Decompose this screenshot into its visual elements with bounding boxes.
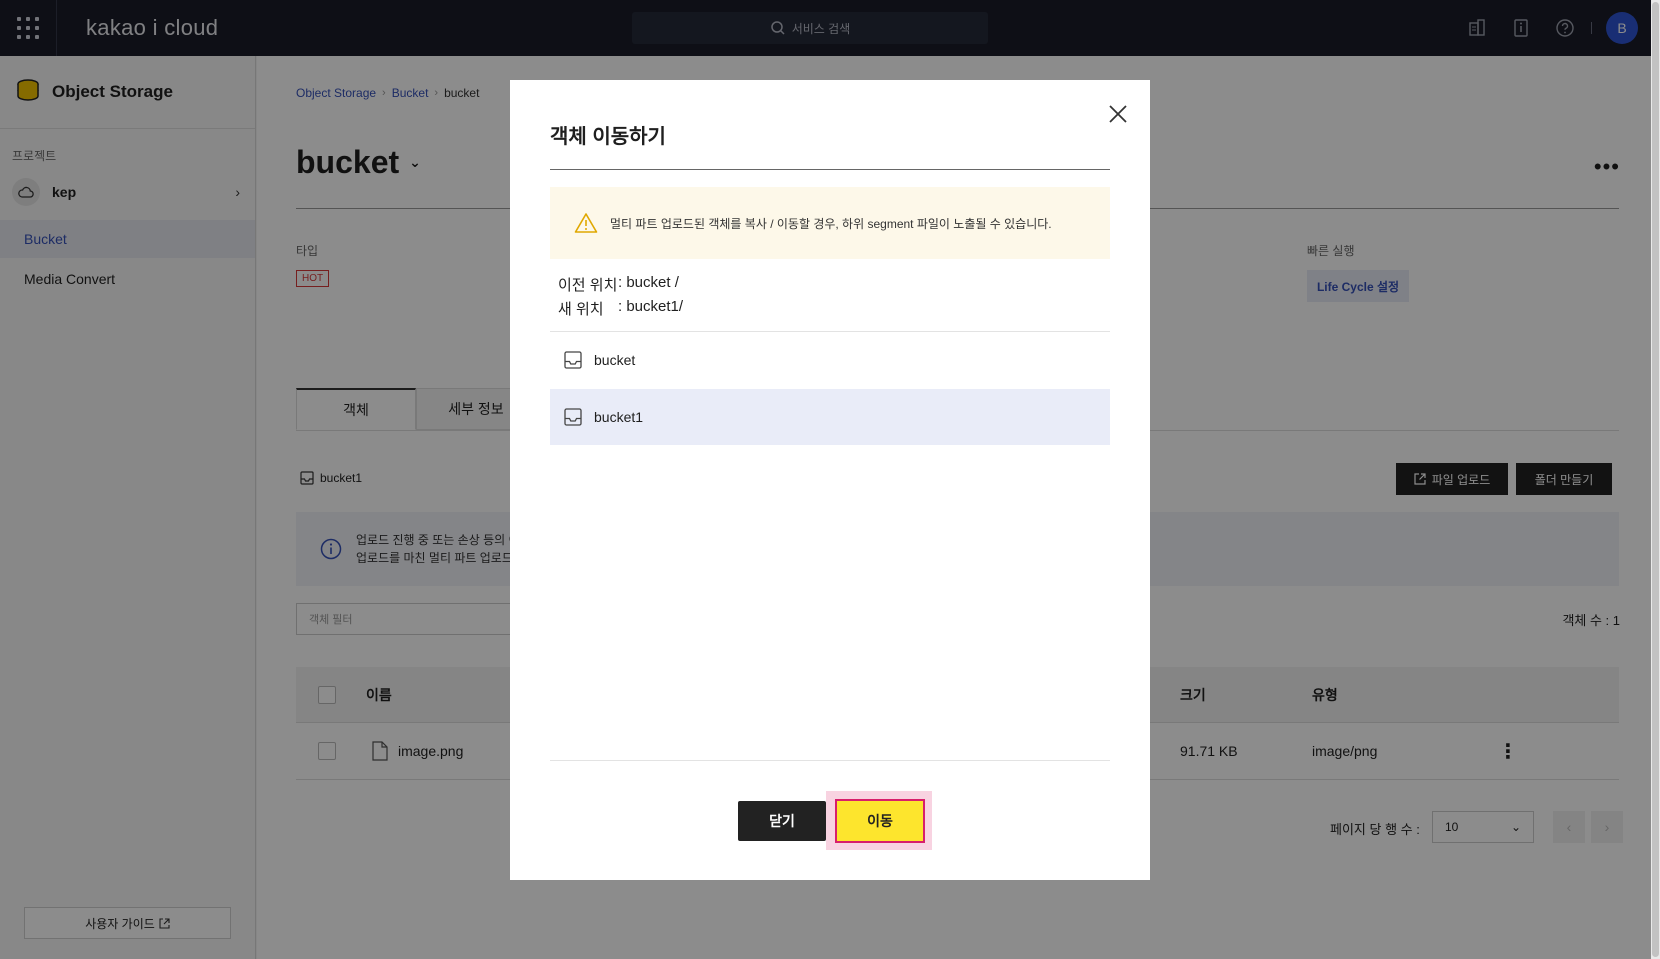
previous-location: 이전 위치 : bucket /	[558, 274, 679, 295]
move-button[interactable]: 이동	[835, 799, 925, 843]
warning-text: 멀티 파트 업로드된 객체를 복사 / 이동할 경우, 하위 segment 파…	[610, 216, 1052, 231]
move-object-modal: 객체 이동하기 멀티 파트 업로드된 객체를 복사 / 이동할 경우, 하위 s…	[510, 80, 1150, 880]
bucket-list-item-bucket1[interactable]: bucket1	[550, 389, 1110, 445]
bucket-icon	[564, 351, 582, 369]
bucket-list-bottom-divider	[550, 760, 1110, 761]
bucket-list-item-bucket[interactable]: bucket	[550, 332, 1110, 388]
scrollbar-thumb[interactable]	[1652, 2, 1659, 957]
new-location-value: : bucket1/	[618, 298, 684, 315]
previous-location-value: : bucket /	[618, 274, 679, 291]
new-location-label: 새 위치	[558, 301, 604, 318]
warning-banner: 멀티 파트 업로드된 객체를 복사 / 이동할 경우, 하위 segment 파…	[550, 187, 1110, 259]
bucket-item-name: bucket	[594, 352, 636, 368]
modal-title: 객체 이동하기	[550, 126, 666, 148]
modal-title-divider	[550, 169, 1110, 170]
warning-icon	[574, 213, 598, 233]
bucket-icon	[564, 408, 582, 426]
page-scrollbar[interactable]	[1651, 0, 1660, 959]
previous-location-label: 이전 위치	[558, 277, 618, 294]
close-icon[interactable]	[1106, 102, 1130, 126]
new-location: 새 위치 : bucket1/	[558, 298, 683, 319]
close-button[interactable]: 닫기	[738, 801, 826, 841]
bucket-item-name: bucket1	[594, 409, 644, 425]
